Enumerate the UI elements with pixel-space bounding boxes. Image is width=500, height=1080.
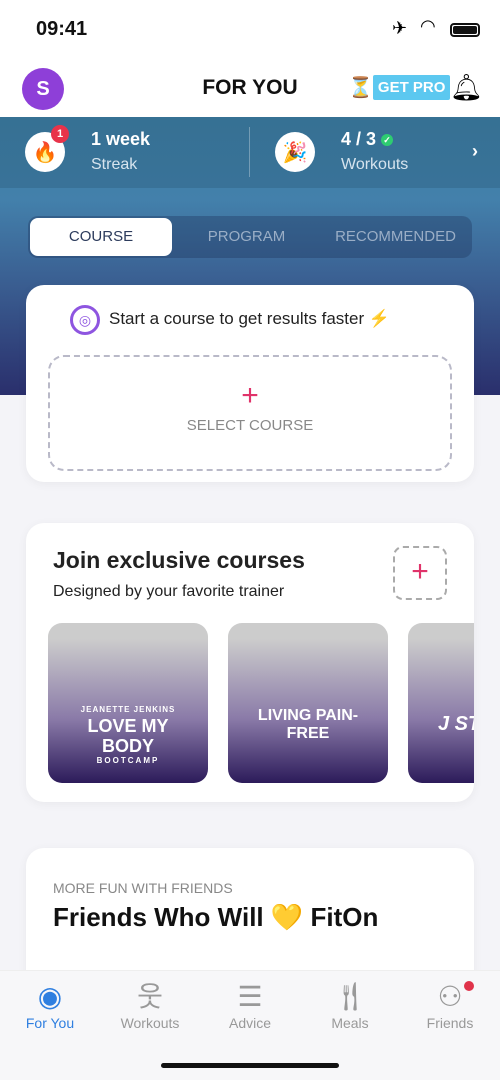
nav-meals[interactable]: 🍴︎ Meals [300,979,400,1031]
nav-label: Meals [331,1015,369,1031]
nav-label: Advice [228,1015,272,1031]
wifi-icon: ◠ [420,16,436,36]
nav-advice[interactable]: ☰ Advice [200,979,300,1031]
course-name: LOVE MY BODY [87,716,169,756]
battery-icon [450,23,480,37]
fork-knife-icon: 🍴︎ [332,981,368,1012]
course-thumbnail[interactable]: JEANETTE JENKINS LOVE MY BODY BOOTCAMP [48,623,208,783]
nav-for-you[interactable]: ◉ For You [0,979,100,1031]
friends-card: MORE FUN WITH FRIENDS Friends Who Will 💛… [26,848,474,988]
streak-badge: 1 [51,125,69,143]
nav-friends[interactable]: ⚇ Friends [400,979,500,1031]
group-icon: ⚇ [437,981,463,1012]
tab-bar: COURSE PROGRAM RECOMMENDED [28,216,472,258]
chevron-right-icon[interactable]: › [472,141,478,162]
streak-label: Streak [91,156,138,173]
nav-label: Friends [426,1015,474,1031]
select-course-label: SELECT COURSE [186,417,314,434]
check-icon: ✓ [381,134,394,147]
user-circle-icon: ◉ [37,981,63,1012]
article-icon: ☰ [237,981,263,1012]
hourglass-icon: ⏳ [348,76,373,99]
nav-label: Workouts [120,1015,180,1031]
target-icon: ◎ [70,305,100,335]
workouts-label: Workouts [341,156,409,173]
stats-bar[interactable]: 🔥 1 1 week Streak 🎉 4 / 3 ✓ Workouts › [0,117,500,188]
section-subtitle: Designed by your favorite trainer [53,583,285,600]
divider [249,127,250,177]
add-course-button[interactable]: + [393,546,447,600]
home-indicator [161,1063,339,1068]
course-thumbnail[interactable]: LIVING PAIN-FREE [228,623,388,783]
workouts-value: 4 / 3 ✓ [341,129,394,150]
course-trainer: JEANETTE JENKINS [80,705,176,714]
status-bar: 09:41 ✈ ◠ [0,0,500,60]
select-course-button[interactable]: + SELECT COURSE [48,355,452,471]
tab-program[interactable]: PROGRAM [172,218,321,256]
nav-label: For You [25,1015,75,1031]
stretch-icon: 웃 [137,981,163,1012]
party-popper-icon: 🎉 [275,132,315,172]
get-pro-label: GET PRO [372,74,451,100]
tab-recommended[interactable]: RECOMMENDED [321,218,470,256]
friends-title: Friends Who Will 💛 FitOn [53,902,379,932]
course-name: J STA [438,713,474,735]
plus-icon: + [241,379,259,412]
friends-eyebrow: MORE FUN WITH FRIENDS [53,880,233,896]
lightning-icon: ⚡ [368,309,391,328]
course-prompt: Start a course to get results faster ⚡ [109,309,391,328]
section-title: Join exclusive courses [53,547,305,573]
course-name: LIVING PAIN-FREE [257,707,359,742]
course-thumbnail[interactable]: J STA [408,623,474,783]
header: S FOR YOU ⏳ GET PRO 🔔︎ [0,60,500,117]
nav-workouts[interactable]: 웃 Workouts [100,979,200,1031]
status-time: 09:41 [36,18,88,40]
streak-value: 1 week [91,129,151,149]
bell-icon[interactable]: 🔔︎ [450,72,483,103]
tab-course[interactable]: COURSE [30,218,172,256]
exclusive-courses-card: Join exclusive courses Designed by your … [26,523,474,802]
airplane-icon: ✈ [392,18,408,38]
course-card: ◎ Start a course to get results faster ⚡… [26,285,474,482]
course-sub: BOOTCAMP [96,756,160,765]
notification-dot [464,981,474,991]
get-pro-button[interactable]: ⏳ GET PRO [348,74,451,100]
